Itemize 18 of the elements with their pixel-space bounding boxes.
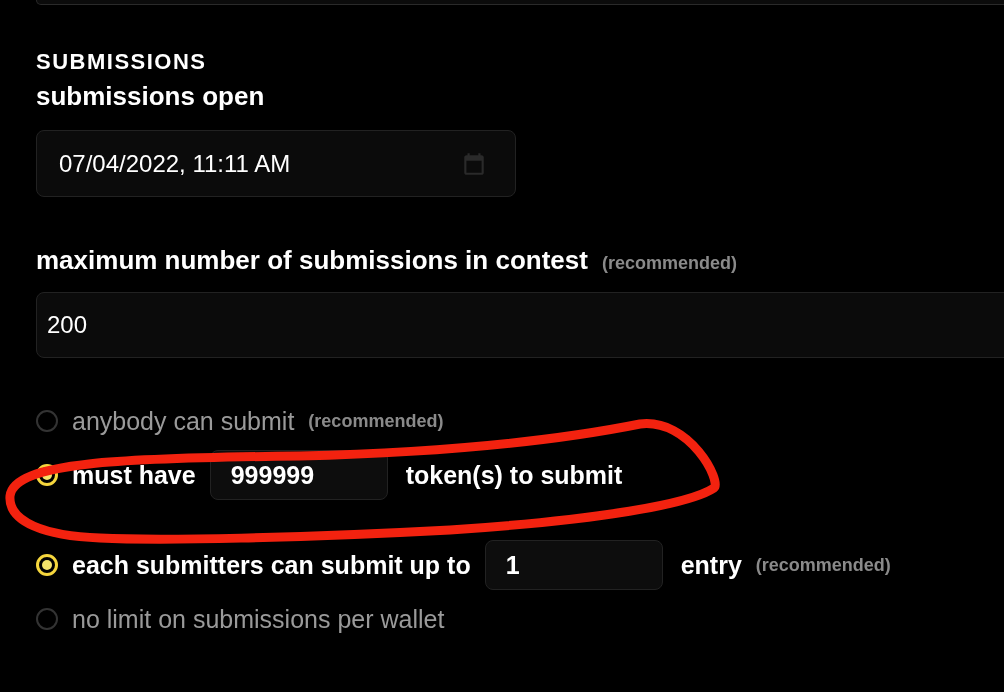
hint-text: (recommended) [308, 410, 444, 432]
section-title: SUBMISSIONS [36, 49, 208, 76]
option-label: anybody can submit [72, 406, 295, 436]
option-label: token(s) to submit [405, 460, 623, 490]
input-field[interactable]: 1 [484, 540, 663, 590]
option-label: each submitters can submit up to [72, 550, 471, 580]
field-label: maximum number of submissions in contest [36, 245, 588, 276]
option-label: must have [72, 460, 196, 490]
hint-text: (recommended) [601, 253, 737, 274]
option-label: no limit on submissions per wallet [72, 604, 445, 634]
date-field[interactable]: 07/04/2022, 11:11 AM [36, 130, 516, 197]
option-label: entry [680, 550, 742, 580]
hint-text: (recommended) [755, 554, 891, 576]
radio-button[interactable] [36, 608, 58, 630]
calendar-icon[interactable] [461, 150, 487, 177]
input-field[interactable]: 200 [36, 292, 1004, 358]
radio-button[interactable] [36, 410, 58, 432]
field-label: submissions open [36, 81, 266, 112]
